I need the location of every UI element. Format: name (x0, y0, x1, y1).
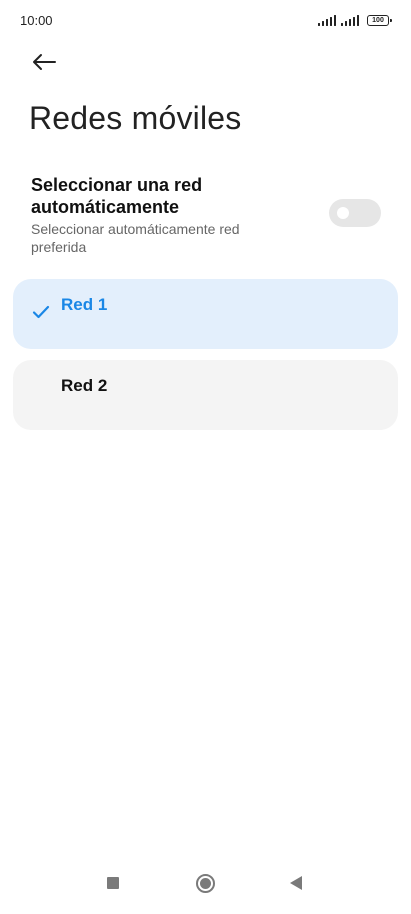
page-title: Redes móviles (29, 100, 242, 136)
toggle-knob (337, 207, 349, 219)
auto-select-row[interactable]: Seleccionar una red automáticamente Sele… (0, 172, 411, 262)
signal-icon (318, 14, 337, 26)
status-icons: 100 (318, 14, 392, 26)
auto-select-toggle[interactable] (329, 199, 381, 227)
signal-icon (341, 14, 359, 26)
back-button[interactable] (26, 46, 62, 78)
back-triangle-icon[interactable] (290, 876, 302, 890)
auto-select-title: Seleccionar una red automáticamente (31, 175, 203, 217)
status-bar: 10:00 100 (0, 0, 411, 40)
status-time: 10:00 (20, 12, 53, 28)
recent-apps-icon[interactable] (107, 877, 119, 889)
check-icon (32, 305, 50, 319)
network-item-red-1[interactable]: Red 1 (13, 279, 398, 349)
battery-level: 100 (372, 16, 384, 24)
network-item-red-2[interactable]: Red 2 (13, 360, 398, 430)
navigation-bar (0, 858, 411, 914)
network-label: Red 1 (61, 295, 108, 314)
network-label: Red 2 (61, 376, 108, 395)
arrow-left-icon (33, 54, 56, 70)
auto-select-subtitle: Seleccionar automáticamente red preferid… (31, 221, 240, 255)
home-icon[interactable] (196, 874, 215, 893)
battery-icon: 100 (367, 14, 392, 26)
